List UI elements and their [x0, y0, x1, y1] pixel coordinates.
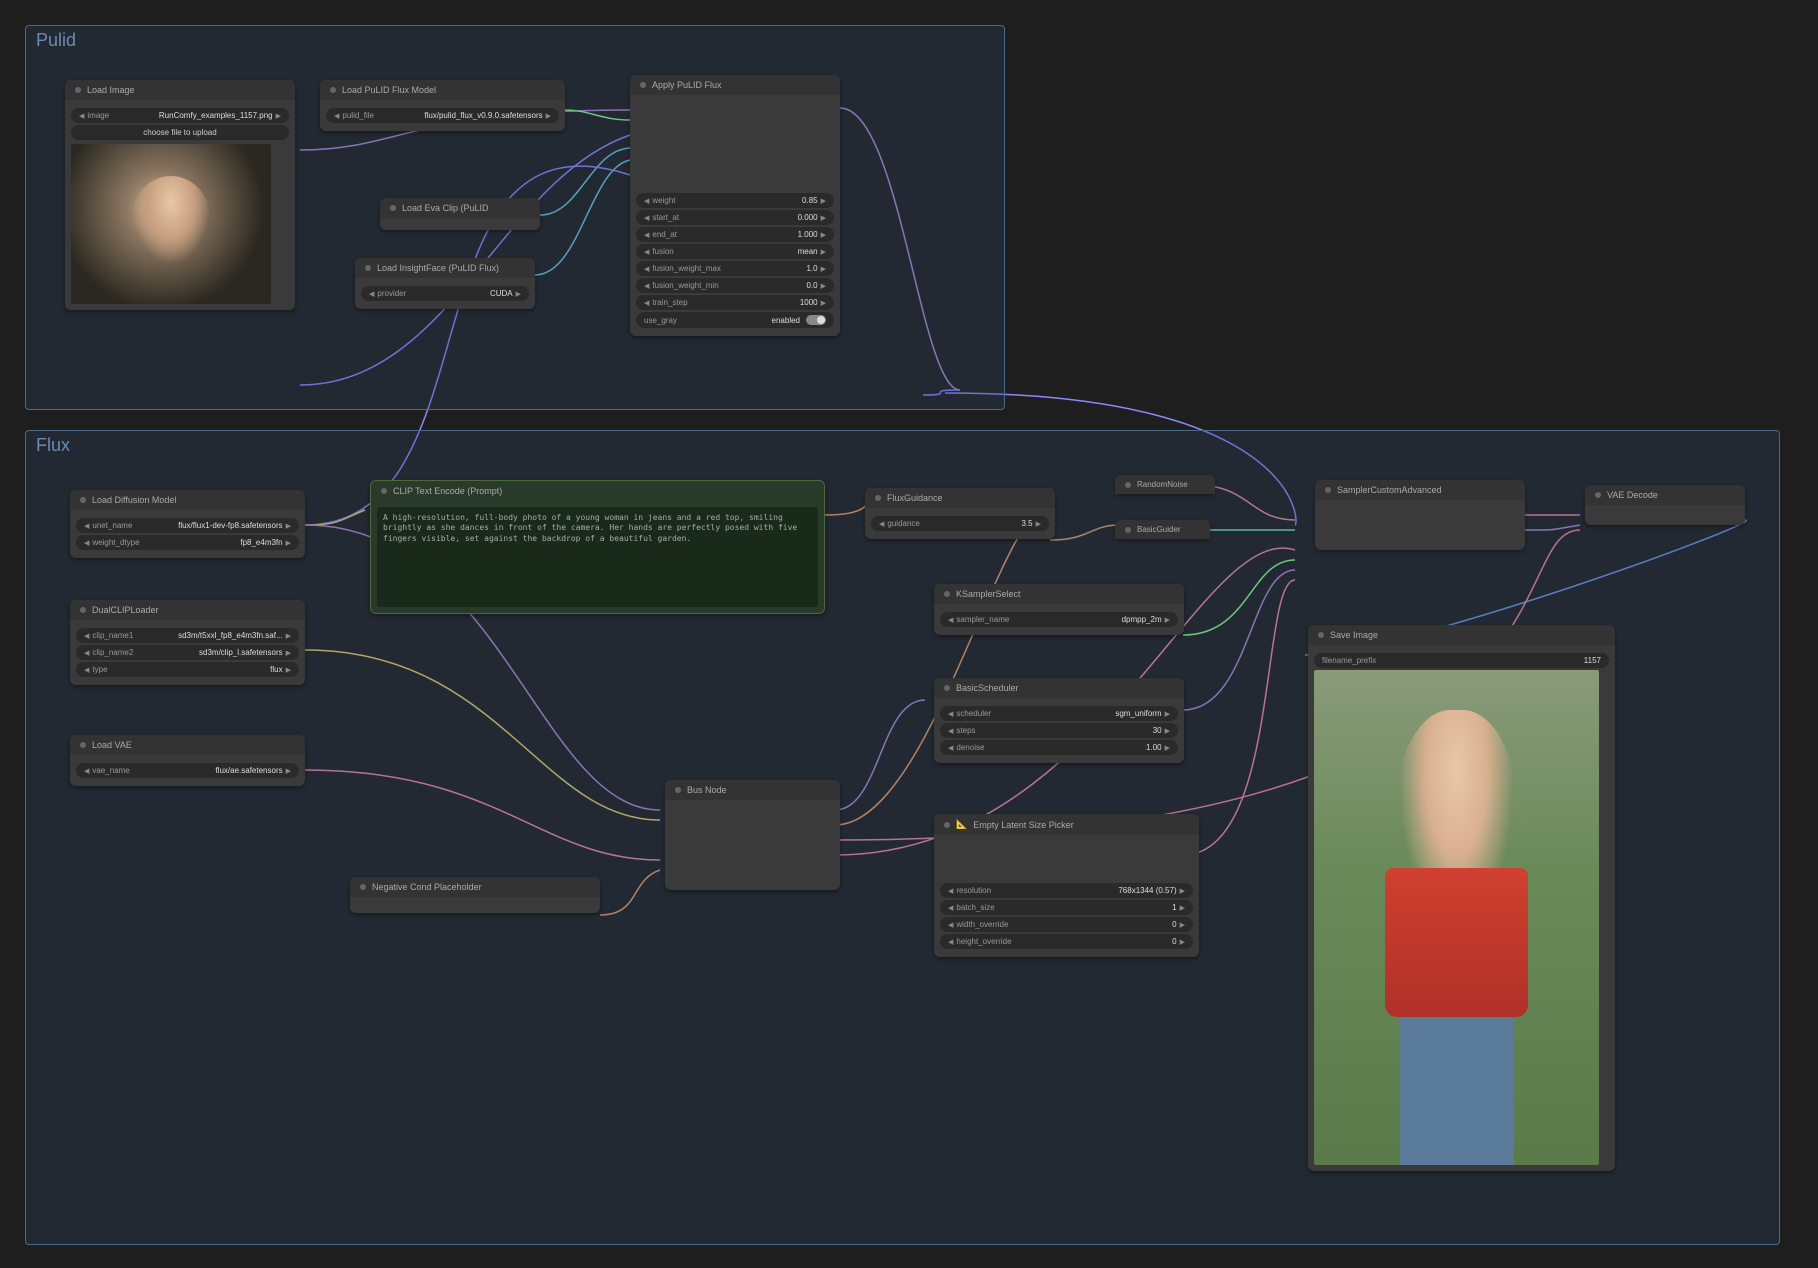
node-ksampler-select[interactable]: KSamplerSelect sampler_namedpmpp_2m	[934, 584, 1184, 635]
node-empty-latent-size-picker[interactable]: 📐Empty Latent Size Picker resolution768x…	[934, 814, 1199, 957]
node-title: Load VAE	[92, 740, 132, 750]
node-title: DualCLIPLoader	[92, 605, 159, 615]
node-sampler-custom-advanced[interactable]: SamplerCustomAdvanced	[1315, 480, 1525, 550]
train-step-widget[interactable]: train_step1000	[636, 295, 834, 310]
node-load-eva-clip[interactable]: Load Eva Clip (PuLID	[380, 198, 540, 230]
vae-name-widget[interactable]: vae_nameflux/ae.safetensors	[76, 763, 299, 778]
node-title: Load PuLID Flux Model	[342, 85, 436, 95]
width-override-widget[interactable]: width_override0	[940, 917, 1193, 932]
image-widget[interactable]: image RunComfy_examples_1157.png	[71, 108, 289, 123]
input-image-preview	[71, 144, 271, 304]
denoise-widget[interactable]: denoise1.00	[940, 740, 1178, 755]
guidance-widget[interactable]: guidance3.5	[871, 516, 1049, 531]
node-title: BasicGuider	[1137, 525, 1181, 534]
group-title: Pulid	[26, 26, 1004, 55]
node-title: Negative Cond Placeholder	[372, 882, 482, 892]
node-title: CLIP Text Encode (Prompt)	[393, 486, 502, 496]
node-negative-cond-placeholder[interactable]: Negative Cond Placeholder	[350, 877, 600, 913]
fusion-weight-min-widget[interactable]: fusion_weight_min0.0	[636, 278, 834, 293]
node-load-pulid-flux-model[interactable]: Load PuLID Flux Model pulid_file flux/pu…	[320, 80, 565, 131]
node-title: VAE Decode	[1607, 490, 1658, 500]
node-random-noise[interactable]: RandomNoise	[1115, 475, 1215, 494]
node-basic-scheduler[interactable]: BasicScheduler schedulersgm_uniform step…	[934, 678, 1184, 763]
sampler-name-widget[interactable]: sampler_namedpmpp_2m	[940, 612, 1178, 627]
end-at-widget[interactable]: end_at1.000	[636, 227, 834, 242]
upload-button[interactable]: choose file to upload	[71, 125, 289, 140]
type-widget[interactable]: typeflux	[76, 662, 299, 677]
node-basic-guider[interactable]: BasicGuider	[1115, 520, 1210, 539]
provider-widget[interactable]: provider CUDA	[361, 286, 529, 301]
node-title: SamplerCustomAdvanced	[1337, 485, 1442, 495]
weight-widget[interactable]: weight0.85	[636, 193, 834, 208]
node-title: Load InsightFace (PuLID Flux)	[377, 263, 499, 273]
node-title: Bus Node	[687, 785, 727, 795]
node-title: Load Image	[87, 85, 135, 95]
node-dual-clip-loader[interactable]: DualCLIPLoader clip_name1sd3m/t5xxl_fp8_…	[70, 600, 305, 685]
node-title: Save Image	[1330, 630, 1378, 640]
steps-widget[interactable]: steps30	[940, 723, 1178, 738]
node-title: Load Eva Clip (PuLID	[402, 203, 489, 213]
prompt-textarea[interactable]: A high-resolution, full-body photo of a …	[377, 507, 818, 607]
resolution-widget[interactable]: resolution768x1344 (0.57)	[940, 883, 1193, 898]
node-title: BasicScheduler	[956, 683, 1019, 693]
node-load-image[interactable]: Load Image image RunComfy_examples_1157.…	[65, 80, 295, 310]
batch-size-widget[interactable]: batch_size1	[940, 900, 1193, 915]
node-title: Load Diffusion Model	[92, 495, 176, 505]
node-apply-pulid-flux[interactable]: Apply PuLID Flux weight0.85 start_at0.00…	[630, 75, 840, 336]
node-load-diffusion-model[interactable]: Load Diffusion Model unet_nameflux/flux1…	[70, 490, 305, 558]
node-flux-guidance[interactable]: FluxGuidance guidance3.5	[865, 488, 1055, 539]
start-at-widget[interactable]: start_at0.000	[636, 210, 834, 225]
node-title: KSamplerSelect	[956, 589, 1021, 599]
scheduler-widget[interactable]: schedulersgm_uniform	[940, 706, 1178, 721]
unet-name-widget[interactable]: unet_nameflux/flux1-dev-fp8.safetensors	[76, 518, 299, 533]
node-save-image[interactable]: Save Image filename_prefix1157	[1308, 625, 1615, 1171]
height-override-widget[interactable]: height_override0	[940, 934, 1193, 949]
node-title: Apply PuLID Flux	[652, 80, 722, 90]
output-image-preview	[1314, 670, 1599, 1165]
filename-prefix-widget[interactable]: filename_prefix1157	[1314, 653, 1609, 668]
node-clip-text-encode[interactable]: CLIP Text Encode (Prompt) A high-resolut…	[370, 480, 825, 614]
node-bus-node[interactable]: Bus Node	[665, 780, 840, 890]
node-vae-decode[interactable]: VAE Decode	[1585, 485, 1745, 525]
fusion-weight-max-widget[interactable]: fusion_weight_max1.0	[636, 261, 834, 276]
node-load-insightface[interactable]: Load InsightFace (PuLID Flux) provider C…	[355, 258, 535, 309]
group-title: Flux	[26, 431, 1779, 460]
use-gray-widget[interactable]: use_grayenabled	[636, 312, 834, 328]
clip-name1-widget[interactable]: clip_name1sd3m/t5xxl_fp8_e4m3fn.saf...	[76, 628, 299, 643]
fusion-widget[interactable]: fusionmean	[636, 244, 834, 259]
clip-name2-widget[interactable]: clip_name2sd3m/clip_l.safetensors	[76, 645, 299, 660]
weight-dtype-widget[interactable]: weight_dtypefp8_e4m3fn	[76, 535, 299, 550]
node-title: RandomNoise	[1137, 480, 1188, 489]
node-title: FluxGuidance	[887, 493, 943, 503]
node-load-vae[interactable]: Load VAE vae_nameflux/ae.safetensors	[70, 735, 305, 786]
toggle-icon[interactable]	[806, 315, 826, 325]
pulid-file-widget[interactable]: pulid_file flux/pulid_flux_v0.9.0.safete…	[326, 108, 559, 123]
node-title: Empty Latent Size Picker	[973, 820, 1074, 830]
